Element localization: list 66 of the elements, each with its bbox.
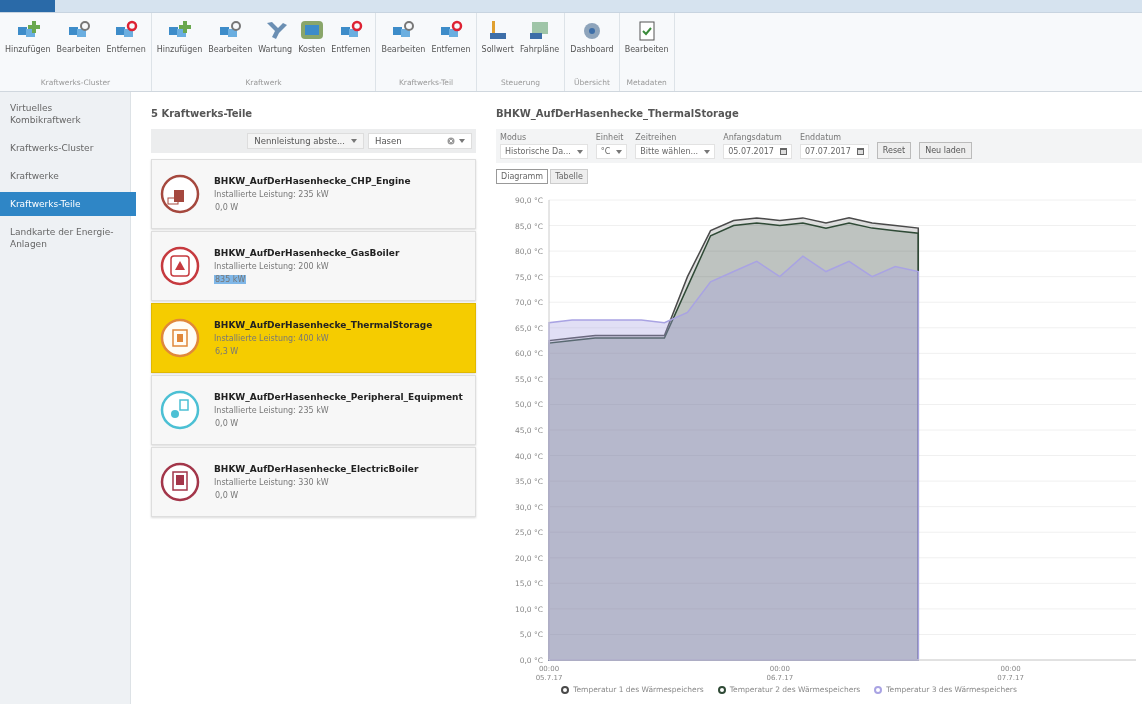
detail-title: BHKW_AufDerHasenhecke_ThermalStorage [496, 107, 740, 122]
part-name: BHKW_AufDerHasenhecke_Peripheral_Equipment [214, 392, 463, 402]
toolbar-icon [299, 19, 324, 41]
caret-icon [459, 139, 465, 143]
part-capacity: Installierte Leistung: 235 kW [214, 406, 330, 415]
part-capacity: Installierte Leistung: 330 kW [214, 478, 330, 487]
part-card[interactable]: BHKW_AufDerHasenhecke_ThermalStorage Installierte Leistung: 400 kW 6,3 W [151, 303, 476, 373]
field-label: Einheit [595, 133, 625, 142]
part-reading: 0,0 W [214, 203, 240, 212]
ribbon-button[interactable]: Entfernen [328, 15, 374, 76]
field-label: Modus [500, 133, 528, 142]
part-card[interactable]: BHKW_AufDerHasenhecke_GasBoiler Installierte Leistung: 200 kW 835 kW [151, 231, 476, 301]
action-button[interactable]: Neu laden [919, 142, 972, 159]
ribbon-button[interactable]: Dashboard [567, 15, 617, 76]
part-capacity: Installierte Leistung: 400 kW [214, 334, 330, 343]
nav-item[interactable]: Kraftwerks-Cluster [0, 136, 130, 160]
ribbon-button[interactable]: Bearbeiten [205, 15, 256, 76]
ribbon-button[interactable]: Bearbeiten [53, 15, 104, 76]
sort-dropdown[interactable]: Nennleistung abste... [247, 133, 364, 149]
clear-icon [447, 137, 455, 145]
date-field[interactable]: 07.07.2017 [799, 144, 869, 159]
list-title: 5 Kraftwerks-Teile [151, 107, 254, 121]
caret-icon [704, 149, 711, 154]
part-name: BHKW_AufDerHasenhecke_CHP_Engine [214, 176, 411, 186]
ribbon-button[interactable]: Hinzufügen [153, 15, 206, 76]
ribbon-button[interactable]: Hinzufügen [2, 15, 54, 76]
view-tab[interactable]: Tabelle [550, 169, 588, 184]
part-capacity: Installierte Leistung: 235 kW [214, 190, 330, 199]
date-field[interactable]: 05.07.2017 [723, 144, 792, 159]
part-reading: 835 kW [214, 275, 247, 284]
select-field[interactable]: Historische Da... [500, 144, 588, 159]
field-label: Anfangsdatum [723, 133, 783, 142]
nav-item[interactable]: Kraftwerke [0, 164, 130, 188]
view-tab[interactable]: Diagramm [496, 169, 549, 184]
calendar-icon [856, 148, 864, 155]
ribbon-button[interactable]: Fahrpläne [516, 15, 563, 76]
caret-icon [576, 149, 583, 154]
field-label: Zeitreihen [635, 133, 678, 142]
field-label: Enddatum [799, 133, 843, 142]
ribbon-button[interactable]: Wartung [255, 15, 296, 76]
ribbon-button[interactable]: Entfernen [103, 15, 149, 76]
select-field[interactable]: °C [595, 144, 628, 159]
part-name: BHKW_AufDerHasenhecke_ElectricBoiler [214, 464, 419, 474]
part-reading: 0,0 W [214, 491, 240, 500]
part-reading: 0,0 W [214, 419, 240, 428]
part-card[interactable]: BHKW_AufDerHasenhecke_ElectricBoiler Installierte Leistung: 330 kW 0,0 W [151, 447, 476, 517]
ribbon-button[interactable]: Bearbeiten [621, 15, 672, 76]
caret-icon [616, 149, 623, 154]
part-reading: 6,3 W [214, 347, 240, 356]
select-field[interactable]: Bitte wählen... [635, 144, 716, 159]
ribbon-button[interactable]: Bearbeiten [378, 15, 429, 76]
part-card[interactable]: BHKW_AufDerHasenhecke_CHP_Engine Installierte Leistung: 235 kW 0,0 W [151, 159, 476, 229]
ribbon-button[interactable]: Kosten [295, 15, 329, 76]
part-name: BHKW_AufDerHasenhecke_ThermalStorage [214, 320, 433, 330]
ribbon-button[interactable]: Sollwert [478, 15, 517, 76]
part-capacity: Installierte Leistung: 200 kW [214, 262, 330, 271]
calendar-icon [779, 148, 787, 155]
search-field[interactable]: Hasen [368, 133, 472, 149]
nav-item[interactable]: Landkarte der Energie-Anlagen [0, 220, 130, 256]
ribbon-button[interactable]: Entfernen [428, 15, 474, 76]
caret-icon [351, 139, 357, 143]
nav-item[interactable]: Kraftwerks-Teile [0, 192, 136, 216]
part-card[interactable]: BHKW_AufDerHasenhecke_Peripheral_Equipment Installierte Leistung: 235 kW 0,0 W [151, 375, 476, 445]
nav-item[interactable]: Virtuelles Kombikraftwerk [0, 96, 130, 132]
part-name: BHKW_AufDerHasenhecke_GasBoiler [214, 248, 400, 258]
action-button[interactable]: Reset [876, 142, 912, 159]
